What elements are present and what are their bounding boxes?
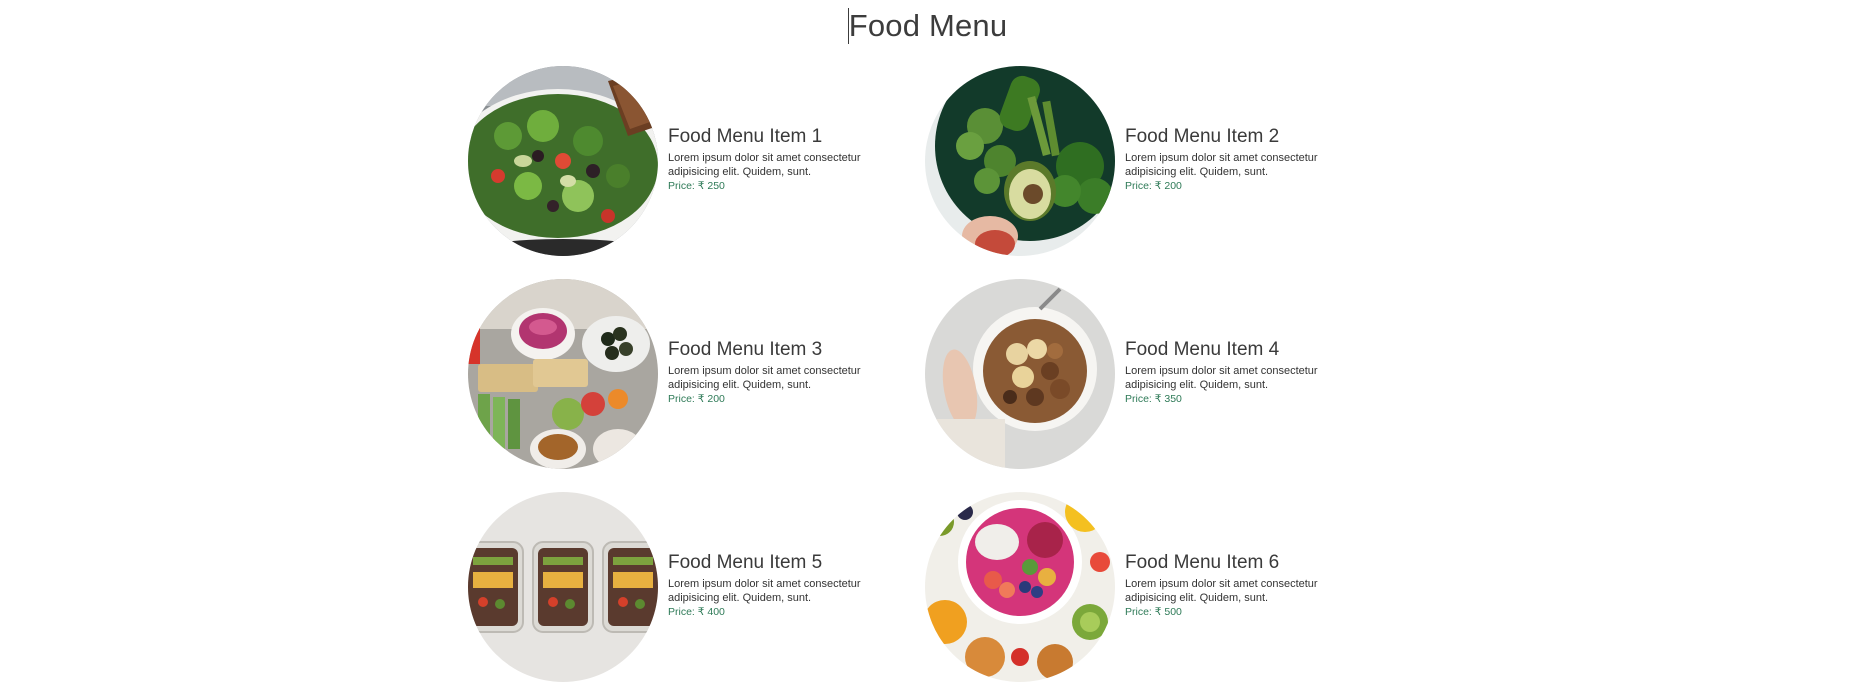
menu-item-3[interactable]: Food Menu Item 3 Lorem ipsum dolor sit a…: [468, 279, 908, 469]
page-title: Food Menu: [0, 8, 1855, 44]
menu-item-text: Food Menu Item 6 Lorem ipsum dolor sit a…: [1125, 552, 1365, 618]
vegetable-bowl-image: [925, 66, 1115, 256]
menu-item-price: Price: ₹ 200: [668, 393, 725, 405]
menu-item-name: Food Menu Item 2: [1125, 126, 1280, 147]
platter-image: [468, 279, 658, 469]
menu-item-name: Food Menu Item 4: [1125, 339, 1280, 360]
granola-bowl-image: [925, 279, 1115, 469]
menu-item-name: Food Menu Item 6: [1125, 552, 1280, 573]
menu-item-text: Food Menu Item 3 Lorem ipsum dolor sit a…: [668, 339, 908, 405]
menu-item-price: Price: ₹ 350: [1125, 393, 1182, 405]
menu-item-text: Food Menu Item 5 Lorem ipsum dolor sit a…: [668, 552, 908, 618]
menu-item-description: Lorem ipsum dolor sit amet consectetur a…: [668, 365, 861, 391]
menu-item-name: Food Menu Item 1: [668, 126, 823, 147]
menu-item-description: Lorem ipsum dolor sit amet consectetur a…: [1125, 578, 1318, 604]
menu-item-description: Lorem ipsum dolor sit amet consectetur a…: [668, 152, 861, 178]
menu-item-text: Food Menu Item 2 Lorem ipsum dolor sit a…: [1125, 126, 1365, 192]
menu-item-text: Food Menu Item 1 Lorem ipsum dolor sit a…: [668, 126, 908, 192]
menu-item-2[interactable]: Food Menu Item 2 Lorem ipsum dolor sit a…: [925, 66, 1365, 256]
menu-item-description: Lorem ipsum dolor sit amet consectetur a…: [1125, 152, 1318, 178]
menu-item-text: Food Menu Item 4 Lorem ipsum dolor sit a…: [1125, 339, 1365, 405]
menu-item-1[interactable]: Food Menu Item 1 Lorem ipsum dolor sit a…: [468, 66, 908, 256]
menu-item-4[interactable]: Food Menu Item 4 Lorem ipsum dolor sit a…: [925, 279, 1365, 469]
menu-item-name: Food Menu Item 3: [668, 339, 823, 360]
salad-bowl-image: [468, 66, 658, 256]
menu-item-6[interactable]: Food Menu Item 6 Lorem ipsum dolor sit a…: [925, 492, 1365, 682]
menu-item-5[interactable]: Food Menu Item 5 Lorem ipsum dolor sit a…: [468, 492, 908, 682]
menu-item-price: Price: ₹ 250: [668, 180, 725, 192]
menu-item-name: Food Menu Item 5: [668, 552, 823, 573]
menu-item-price: Price: ₹ 400: [668, 606, 725, 618]
meal-prep-image: [468, 492, 658, 682]
page-title-text: Food Menu: [848, 8, 1008, 43]
fruit-bowl-image: [925, 492, 1115, 682]
menu-item-price: Price: ₹ 200: [1125, 180, 1182, 192]
menu-item-price: Price: ₹ 500: [1125, 606, 1182, 618]
menu-item-description: Lorem ipsum dolor sit amet consectetur a…: [1125, 365, 1318, 391]
menu-item-description: Lorem ipsum dolor sit amet consectetur a…: [668, 578, 861, 604]
